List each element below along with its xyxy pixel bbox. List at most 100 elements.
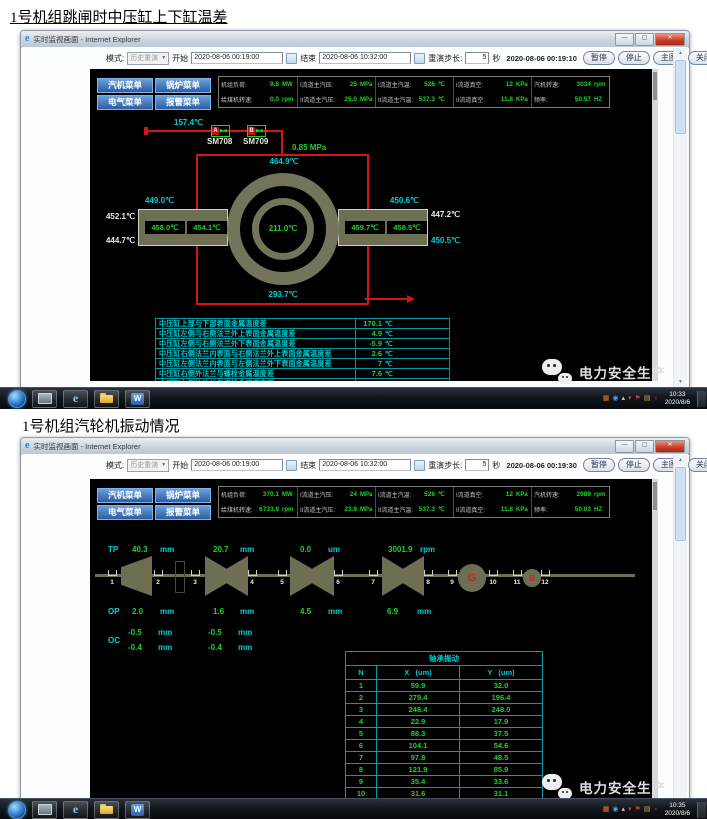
close-page-button[interactable]: 关闭	[688, 458, 707, 472]
tp-label: TP	[108, 545, 118, 554]
show-desktop-button[interactable]	[697, 391, 706, 407]
w-app-icon: W	[131, 804, 144, 816]
menu-button[interactable]: 汽机菜单	[97, 488, 153, 503]
step-input[interactable]: 5	[465, 459, 489, 471]
taskbar-ie-icon[interactable]: e	[63, 801, 88, 819]
scroll-up-icon[interactable]: ▲	[674, 455, 687, 466]
start-button[interactable]	[8, 801, 26, 819]
oc-label: OC	[108, 636, 120, 645]
calendar-icon[interactable]	[414, 53, 425, 64]
scroll-up-icon[interactable]: ▲	[674, 48, 687, 59]
valve-sm708[interactable]: A ▶◀	[211, 125, 230, 137]
cell-x: 97.8	[377, 752, 460, 763]
maximize-button[interactable]: ▢	[635, 440, 654, 453]
valve-b-tag: B	[248, 127, 255, 135]
taskbar-clock[interactable]: 10:35 2020/8/6	[661, 802, 694, 818]
tray-icon[interactable]: ⚑	[635, 395, 641, 402]
bearing-number: 6	[332, 579, 344, 586]
status-value: 370.1	[263, 491, 279, 498]
panel-scrollbar-thumb[interactable]	[653, 72, 657, 100]
stop-button[interactable]: 停止	[618, 51, 650, 65]
mode-select[interactable]: 历史重演▼	[127, 52, 169, 65]
tp-value-1: 40.3	[132, 545, 148, 554]
tp-value-2: 20.7	[213, 545, 229, 554]
status-panel: 机组负荷: 370.1 MW 给煤机转速: 6733.9 rpm I流道主汽压:…	[218, 486, 610, 518]
tray-icon[interactable]: ▤	[644, 806, 651, 813]
menu-button[interactable]: 报警菜单	[155, 505, 211, 520]
menu-button[interactable]: 汽机菜单	[97, 78, 153, 93]
window-titlebar[interactable]: e 实时监视画面 - Internet Explorer — ▢ ✕	[21, 31, 689, 48]
menu-button[interactable]: 电气菜单	[97, 95, 153, 110]
browser-scrollbar[interactable]: ▲ ▼	[673, 455, 687, 811]
taskbar-folder-icon[interactable]	[94, 390, 119, 408]
mode-select[interactable]: 历史重演▼	[127, 459, 169, 472]
tray-icon[interactable]: ◖	[653, 395, 657, 402]
menu-button[interactable]: 电气菜单	[97, 505, 153, 520]
replay-current-time: 2020-08-06 00:19:10	[506, 54, 576, 63]
end-datetime-input[interactable]: 2020-08-06 10:32:00	[319, 459, 411, 471]
row-value: 7	[356, 359, 382, 368]
row-label: 中压缸上部与下部表面金属温度差	[156, 319, 356, 329]
taskbar-window-icon[interactable]	[32, 390, 57, 408]
window-title: 实时监视画面 - Internet Explorer	[33, 34, 140, 45]
start-datetime-input[interactable]: 2020-08-06 00:19:00	[191, 459, 283, 471]
calendar-icon[interactable]	[286, 460, 297, 471]
pressure-label: 0.85 MPa	[292, 143, 326, 152]
menu-buttons: 汽机菜单锅炉菜单电气菜单报警菜单	[97, 488, 211, 520]
start-datetime-input[interactable]: 2020-08-06 00:19:00	[191, 52, 283, 64]
row-value: 2.6	[356, 349, 382, 358]
left-inner-temp-2: 454.1℃	[187, 221, 227, 234]
valve-sm709[interactable]: B ▶◀	[247, 125, 266, 137]
panel-scrollbar[interactable]	[652, 479, 658, 805]
cell-n: 4	[346, 716, 377, 727]
stop-button[interactable]: 停止	[618, 458, 650, 472]
close-page-button[interactable]: 关闭	[688, 51, 707, 65]
tray-icon[interactable]: ▦	[603, 395, 610, 402]
menu-button[interactable]: 锅炉菜单	[155, 78, 211, 93]
tray-icon[interactable]: ◉	[612, 806, 618, 813]
scada-panel-vibration: 汽机菜单锅炉菜单电气菜单报警菜单 机组负荷: 370.1 MW 给煤机转速: 6…	[90, 479, 658, 805]
tray-icon[interactable]: ◉	[612, 395, 618, 402]
scrollbar-thumb[interactable]	[675, 60, 686, 134]
start-button[interactable]	[8, 390, 26, 408]
tray-icon[interactable]: ◖	[653, 806, 657, 813]
status-field: I流道真空: 12 KPa	[453, 487, 531, 502]
minimize-button[interactable]: —	[615, 440, 634, 453]
tray-icon[interactable]: ▾	[628, 395, 632, 402]
menu-button[interactable]: 锅炉菜单	[155, 488, 211, 503]
scrollbar-thumb[interactable]	[675, 467, 686, 541]
close-button[interactable]: ✕	[655, 33, 685, 46]
taskbar-ie-icon[interactable]: e	[63, 390, 88, 408]
menu-button[interactable]: 报警菜单	[155, 95, 211, 110]
end-datetime-input[interactable]: 2020-08-06 10:32:00	[319, 52, 411, 64]
tray-icon[interactable]: ▴	[622, 806, 626, 813]
calendar-icon[interactable]	[414, 460, 425, 471]
maximize-button[interactable]: ▢	[635, 33, 654, 46]
calendar-icon[interactable]	[286, 53, 297, 64]
taskbar-window-icon[interactable]	[32, 801, 57, 819]
taskbar-folder-icon[interactable]	[94, 801, 119, 819]
minimize-button[interactable]: —	[615, 33, 634, 46]
panel-scrollbar-thumb[interactable]	[653, 482, 657, 510]
browser-content: 模式: 历史重演▼ 开始 2020-08-06 00:19:00 结束 2020…	[22, 47, 688, 389]
tray-icon[interactable]: ▴	[622, 395, 626, 402]
window-title: 实时监视画面 - Internet Explorer	[33, 441, 140, 452]
show-desktop-button[interactable]	[697, 802, 706, 818]
pause-button[interactable]: 暂停	[583, 458, 615, 472]
panel-scrollbar[interactable]	[652, 69, 658, 381]
generator-circle: G	[458, 564, 486, 592]
taskbar-w-app-icon[interactable]: W	[125, 390, 150, 408]
ie-window-vibration: e 实时监视画面 - Internet Explorer — ▢ ✕ 模式: 历…	[20, 437, 690, 813]
window-titlebar[interactable]: e 实时监视画面 - Internet Explorer — ▢ ✕	[21, 438, 689, 455]
tray-icon[interactable]: ▤	[644, 395, 651, 402]
taskbar-w-app-icon[interactable]: W	[125, 801, 150, 819]
step-unit: 秒	[492, 53, 500, 64]
tray-icon[interactable]: ▾	[628, 806, 632, 813]
close-button[interactable]: ✕	[655, 440, 685, 453]
step-input[interactable]: 5	[465, 52, 489, 64]
taskbar-clock[interactable]: 10:33 2020/8/6	[661, 391, 694, 407]
browser-scrollbar[interactable]: ▲ ▼	[673, 48, 687, 388]
pause-button[interactable]: 暂停	[583, 51, 615, 65]
tray-icon[interactable]: ▦	[603, 806, 610, 813]
tray-icon[interactable]: ⚑	[635, 806, 641, 813]
